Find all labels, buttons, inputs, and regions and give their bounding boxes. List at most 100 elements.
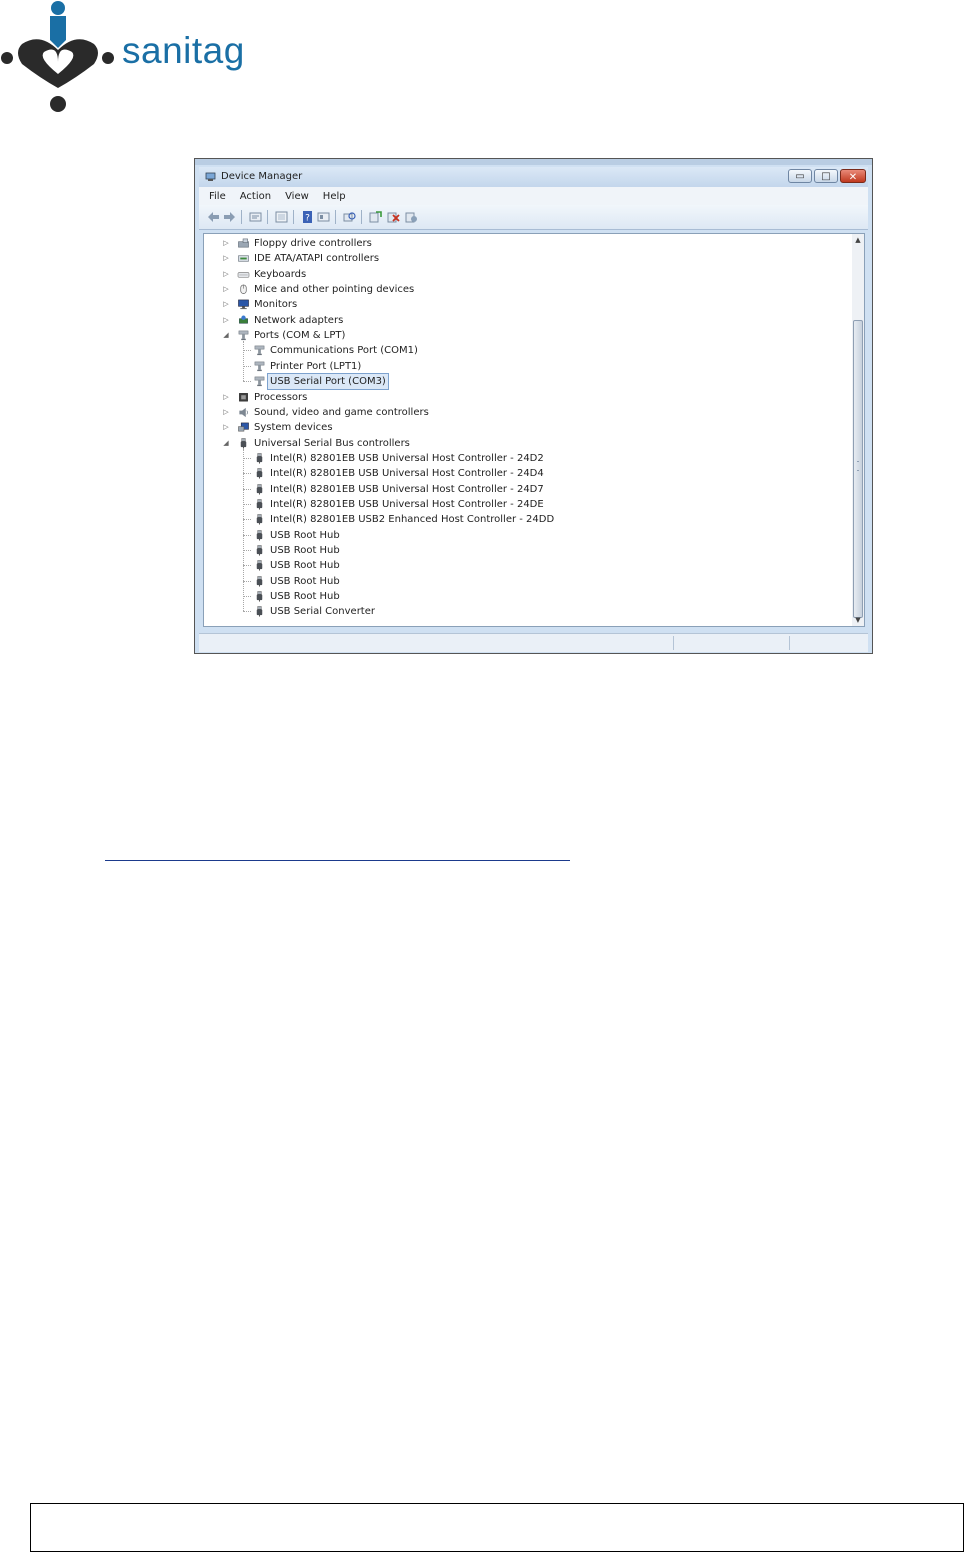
tree-device-item[interactable]: USB Root Hub — [204, 543, 844, 558]
tree-item-label-selected: USB Serial Port (COM3) — [267, 373, 389, 391]
tree-device-item[interactable]: USB Root Hub — [204, 574, 844, 589]
tree-category-item[interactable]: ▷ IDE ATA/ATAPI controllers — [204, 251, 844, 266]
tree-category-item[interactable]: ▷ Floppy drive controllers — [204, 236, 844, 251]
tree-device-item[interactable]: USB Root Hub — [204, 589, 844, 604]
collapse-arrow-icon[interactable]: ◢ — [222, 436, 230, 451]
usb-icon — [256, 560, 263, 571]
tree-item-label: USB Root Hub — [270, 529, 340, 541]
tree-category-item[interactable]: ▷ System devices — [204, 420, 844, 435]
link-underline[interactable] — [105, 860, 570, 861]
toolbar-separator — [293, 210, 294, 224]
tree-device-item[interactable]: USB Serial Port (COM3) — [204, 373, 844, 391]
tree-device-item[interactable]: Intel(R) 82801EB USB Universal Host Cont… — [204, 451, 844, 466]
scan-hardware-icon[interactable] — [343, 211, 356, 223]
tree-item-label: Intel(R) 82801EB USB2 Enhanced Host Cont… — [270, 514, 555, 526]
tree-category-item[interactable]: ▷ Keyboards — [204, 267, 844, 282]
show-hide-tree-icon[interactable] — [275, 211, 288, 223]
tree-device-item[interactable]: Intel(R) 82801EB USB2 Enhanced Host Cont… — [204, 512, 844, 527]
tree-category-item[interactable]: ▷ Network adapters — [204, 313, 844, 328]
mouse-icon — [240, 284, 247, 294]
expand-arrow-icon[interactable]: ▷ — [222, 297, 230, 312]
window-controls: ▭ □ ✕ — [786, 169, 866, 184]
usb-icon — [256, 545, 263, 556]
minimize-icon: ▭ — [795, 171, 805, 182]
expand-arrow-icon[interactable]: ▷ — [222, 251, 230, 266]
usb-icon — [256, 499, 263, 510]
menu-help[interactable]: Help — [323, 191, 346, 202]
uninstall-device-icon[interactable] — [387, 211, 400, 223]
help-icon[interactable]: ? — [301, 211, 314, 223]
sound-icon — [239, 407, 248, 417]
maximize-button[interactable]: □ — [814, 169, 838, 183]
tree-device-item[interactable]: Intel(R) 82801EB USB Universal Host Cont… — [204, 466, 844, 481]
keyboard-icon — [237, 272, 250, 278]
status-separator — [789, 636, 790, 650]
menu-action[interactable]: Action — [240, 191, 271, 202]
tree-device-item[interactable]: Intel(R) 82801EB USB Universal Host Cont… — [204, 482, 844, 497]
expand-arrow-icon[interactable]: ▷ — [222, 405, 230, 420]
view-details-icon[interactable] — [317, 211, 330, 223]
window-title: Device Manager — [221, 171, 303, 182]
tree-device-item[interactable]: Printer Port (LPT1) — [204, 359, 844, 374]
floppy-controller-icon — [238, 238, 249, 248]
tree-item-label: Intel(R) 82801EB USB Universal Host Cont… — [270, 498, 544, 510]
close-button[interactable]: ✕ — [840, 169, 866, 183]
expand-arrow-icon[interactable]: ▷ — [222, 236, 230, 251]
tree-item-label: Printer Port (LPT1) — [270, 360, 362, 372]
tree-item-label: System devices — [254, 422, 333, 434]
usb-icon — [256, 483, 263, 495]
tree-device-item[interactable]: Intel(R) 82801EB USB Universal Host Cont… — [204, 497, 844, 512]
status-separator — [673, 636, 674, 650]
tree-device-item[interactable]: USB Serial Converter — [204, 604, 844, 619]
scrollbar-thumb[interactable] — [853, 320, 863, 618]
properties-list-icon[interactable] — [249, 211, 262, 223]
title-bar[interactable]: Device Manager ▭ □ ✕ — [199, 167, 868, 187]
minimize-button[interactable]: ▭ — [788, 169, 812, 183]
tree-item-label: Keyboards — [254, 268, 307, 280]
tree-category-item[interactable]: ▷ Processors — [204, 390, 844, 405]
tree-item-label: Processors — [254, 391, 308, 403]
expand-arrow-icon[interactable]: ▷ — [222, 390, 230, 405]
close-icon: ✕ — [848, 172, 858, 183]
scroll-down-icon[interactable]: ▼ — [852, 616, 864, 624]
tree-item-label: Floppy drive controllers — [254, 238, 372, 249]
port-icon — [254, 376, 265, 387]
menu-view[interactable]: View — [285, 191, 309, 202]
update-driver-icon[interactable] — [369, 211, 382, 223]
svg-text:?: ? — [305, 214, 310, 224]
device-manager-window: Device Manager ▭ □ ✕ File Action View He… — [194, 158, 873, 654]
vertical-scrollbar[interactable]: ▲ ▼ — [852, 233, 865, 627]
tree-item-label: Sound, video and game controllers — [254, 406, 429, 418]
network-adapter-icon — [239, 315, 248, 324]
expand-arrow-icon[interactable]: ▷ — [222, 267, 230, 282]
tree-category-item[interactable]: ▷ Monitors — [204, 297, 844, 312]
usb-icon — [256, 529, 263, 541]
tree-category-item[interactable]: ◢ Ports (COM & LPT) — [204, 328, 844, 343]
device-manager-icon — [205, 172, 216, 181]
expand-arrow-icon[interactable]: ▷ — [222, 313, 230, 328]
expand-arrow-icon[interactable]: ▷ — [222, 282, 230, 297]
port-icon — [254, 361, 265, 371]
disable-device-icon[interactable] — [405, 211, 418, 223]
tree-device-item[interactable]: USB Root Hub — [204, 558, 844, 573]
port-icon — [238, 330, 249, 341]
window-top-strip — [195, 159, 872, 165]
toolbar-separator — [335, 210, 336, 224]
menu-file[interactable]: File — [209, 191, 226, 202]
back-arrow-icon[interactable] — [207, 211, 220, 223]
tree-category-item[interactable]: ◢ Universal Serial Bus controllers — [204, 436, 844, 451]
tree-device-item[interactable]: USB Root Hub — [204, 528, 844, 543]
toolbar: ? — [199, 205, 868, 230]
tree-category-item[interactable]: ▷ Mice and other pointing devices — [204, 282, 844, 297]
tree-category-item[interactable]: ▷ Sound, video and game controllers — [204, 405, 844, 420]
tree-device-item[interactable]: Communications Port (COM1) — [204, 343, 844, 358]
scroll-up-icon[interactable]: ▲ — [852, 236, 864, 244]
usb-icon — [256, 468, 263, 479]
tree-item-label: Communications Port (COM1) — [270, 345, 418, 357]
tree-item-label: USB Root Hub — [270, 575, 340, 587]
collapse-arrow-icon[interactable]: ◢ — [222, 328, 230, 343]
toolbar-separator — [241, 210, 242, 224]
tree-item-label: Ports (COM & LPT) — [254, 330, 346, 342]
forward-arrow-icon[interactable] — [223, 211, 236, 223]
expand-arrow-icon[interactable]: ▷ — [222, 420, 230, 435]
